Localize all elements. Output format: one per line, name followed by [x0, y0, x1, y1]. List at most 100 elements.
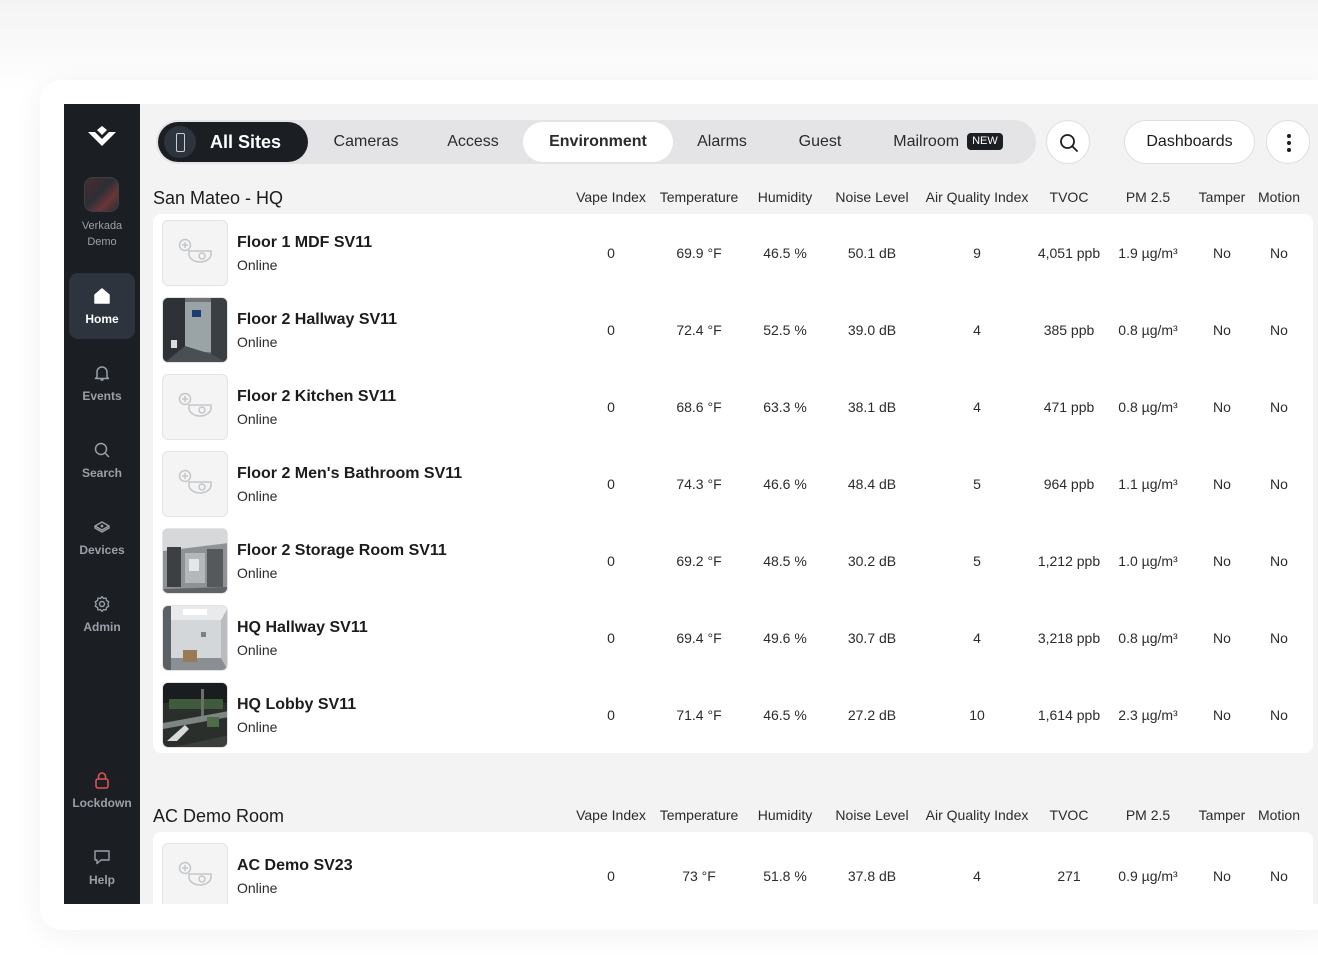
new-badge: NEW	[967, 133, 1003, 150]
camera-thumbnail[interactable]	[162, 297, 228, 363]
chat-icon	[94, 850, 110, 865]
tab-alarms[interactable]: Alarms	[680, 122, 764, 162]
device-name[interactable]: Floor 2 Hallway SV11	[237, 311, 397, 329]
cell-motion: No	[1270, 630, 1288, 646]
tab-mailroom-label: Mailroom	[893, 133, 960, 150]
cell-motion: No	[1270, 245, 1288, 261]
device-status: Online	[237, 642, 278, 658]
cell-vape-index: 0	[607, 245, 615, 261]
device-table: Floor 1 MDF SV11 Online 0 69.9 °F 46.5 % 50.1…	[153, 214, 1313, 753]
cell-air-quality-index: 9	[973, 245, 981, 261]
device-name[interactable]: AC Demo SV23	[237, 857, 353, 875]
cell-temperature: 71.4 °F	[676, 707, 722, 723]
column-header-motion[interactable]: Motion	[1219, 189, 1318, 205]
bell-icon	[94, 366, 110, 381]
cell-temperature: 69.2 °F	[676, 553, 722, 569]
table-row[interactable]: Floor 2 Kitchen SV11 Online 0 68.6 °F 63.3 %…	[153, 369, 1313, 446]
cell-temperature: 68.6 °F	[676, 399, 722, 415]
cell-air-quality-index: 4	[973, 630, 981, 646]
cell-air-quality-index: 4	[973, 868, 981, 884]
home-icon	[94, 288, 110, 304]
column-header-noise-level[interactable]: Noise Level	[812, 189, 932, 205]
table-row[interactable]: HQ Lobby SV11 Online 0 71.4 °F 46.5 % 27.2 dB…	[153, 677, 1313, 754]
cell-motion: No	[1270, 553, 1288, 569]
section-title: AC Demo Room	[153, 806, 285, 826]
tab-cameras[interactable]: Cameras	[316, 122, 416, 162]
search-button[interactable]	[1046, 120, 1090, 164]
cell-air-quality-index: 5	[973, 476, 981, 492]
table-row[interactable]: AC Demo SV23 Online 0 73 °F 51.8 % 37.8 dB 4 27…	[153, 838, 1313, 904]
table-row[interactable]: Floor 1 MDF SV11 Online 0 69.9 °F 46.5 % 50.1…	[153, 215, 1313, 292]
tab-environment[interactable]: Environment	[523, 122, 673, 162]
camera-thumbnail[interactable]	[162, 220, 228, 286]
cell-noise-level: 30.7 dB	[847, 630, 897, 646]
cell-temperature: 72.4 °F	[676, 322, 722, 338]
cell-humidity: 46.5 %	[763, 245, 807, 261]
camera-thumbnail[interactable]	[162, 374, 228, 440]
org-avatar[interactable]	[84, 177, 119, 212]
cell-vape-index: 0	[607, 553, 615, 569]
all-sites-label: All Sites	[210, 132, 282, 152]
sidebar-item-lockdown[interactable]: Lockdown	[69, 757, 135, 823]
org-name-line2: Demo	[87, 236, 117, 248]
device-name[interactable]: Floor 2 Kitchen SV11	[237, 388, 396, 406]
device-name[interactable]: Floor 1 MDF SV11	[237, 234, 372, 252]
tab-access[interactable]: Access	[426, 122, 520, 162]
lock-icon	[95, 772, 109, 789]
cell-vape-index: 0	[607, 707, 615, 723]
column-header-noise-level[interactable]: Noise Level	[812, 807, 932, 823]
cell-temperature: 73 °F	[682, 868, 716, 884]
cell-humidity: 63.3 %	[763, 399, 807, 415]
cell-vape-index: 0	[607, 476, 615, 492]
sidebar-item-label: Events	[82, 389, 122, 403]
sidebar-item-help[interactable]: Help	[69, 834, 135, 900]
camera-thumbnail[interactable]	[162, 528, 228, 594]
camera-thumbnail[interactable]	[162, 843, 228, 904]
cell-noise-level: 38.1 dB	[847, 399, 897, 415]
cell-motion: No	[1270, 707, 1288, 723]
column-header-motion[interactable]: Motion	[1219, 807, 1318, 823]
cell-motion: No	[1270, 476, 1288, 492]
device-status: Online	[237, 411, 278, 427]
cell-humidity: 46.6 %	[763, 476, 807, 492]
cell-motion: No	[1270, 399, 1288, 415]
product-tabbar: All Sites Cameras Access Environment Ala…	[156, 120, 1036, 164]
sidebar-item-admin[interactable]: Admin	[69, 581, 135, 647]
cell-humidity: 52.5 %	[763, 322, 807, 338]
device-name[interactable]: HQ Hallway SV11	[237, 619, 368, 637]
tab-mailroom[interactable]: Mailroom NEW	[878, 122, 1018, 162]
tab-guest[interactable]: Guest	[778, 122, 862, 162]
camera-placeholder-icon	[178, 861, 212, 886]
sidebar-item-label: Admin	[83, 620, 121, 634]
verkada-logo-icon[interactable]	[86, 126, 118, 152]
dashboards-button[interactable]: Dashboards	[1124, 120, 1255, 164]
camera-placeholder-icon	[178, 392, 212, 417]
cell-humidity: 48.5 %	[763, 553, 807, 569]
device-name[interactable]: Floor 2 Men's Bathroom SV11	[237, 465, 462, 483]
cell-temperature: 74.3 °F	[676, 476, 722, 492]
cell-humidity: 49.6 %	[763, 630, 807, 646]
cell-noise-level: 30.2 dB	[847, 553, 897, 569]
sidebar-item-events[interactable]: Events	[69, 350, 135, 416]
sidebar-item-home[interactable]: Home	[69, 273, 135, 339]
table-row[interactable]: Floor 2 Men's Bathroom SV11 Online 0 74.3 °…	[153, 446, 1313, 523]
device-status: Online	[237, 334, 278, 350]
cell-motion: No	[1270, 322, 1288, 338]
all-sites-button[interactable]: All Sites	[158, 122, 308, 162]
device-name[interactable]: Floor 2 Storage Room SV11	[237, 542, 447, 560]
table-row[interactable]: Floor 2 Storage Room SV11 Online 0 69.2 °F 4…	[153, 523, 1313, 600]
cell-vape-index: 0	[607, 322, 615, 338]
camera-thumbnail[interactable]	[162, 682, 228, 748]
camera-thumbnail[interactable]	[162, 605, 228, 671]
table-row[interactable]: HQ Hallway SV11 Online 0 69.4 °F 49.6 % 30.7 …	[153, 600, 1313, 677]
device-name[interactable]: HQ Lobby SV11	[237, 696, 356, 714]
site-selector-icon	[164, 126, 196, 158]
sidebar-item-label: Search	[81, 466, 123, 480]
sidebar-item-label: Home	[85, 312, 119, 326]
more-options-button[interactable]	[1266, 120, 1310, 164]
sidebar-item-devices[interactable]: Devices	[69, 504, 135, 570]
camera-thumbnail[interactable]	[162, 451, 228, 517]
camera-placeholder-icon	[178, 238, 212, 263]
table-row[interactable]: Floor 2 Hallway SV11 Online 0 72.4 °F 52.5 %…	[153, 292, 1313, 369]
sidebar-item-search[interactable]: Search	[69, 427, 135, 493]
